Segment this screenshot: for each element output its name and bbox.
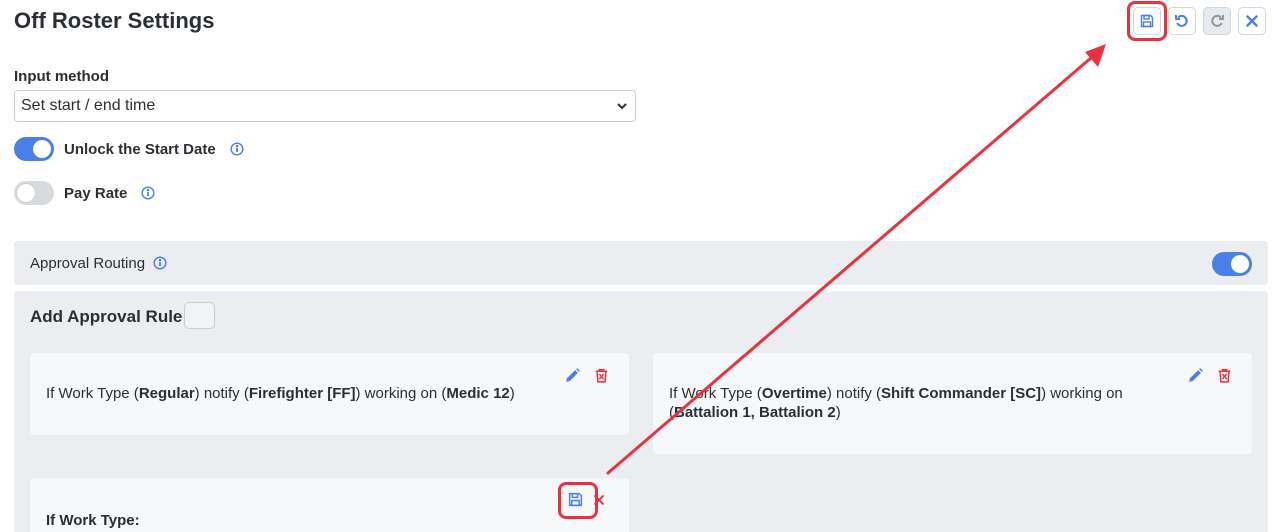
approval-rule-card: If Work Type (Overtime) notify (Shift Co… — [653, 353, 1252, 454]
redo-icon — [1211, 14, 1224, 27]
new-approval-rule-card: If Work Type: — [30, 478, 629, 532]
info-icon[interactable] — [230, 142, 244, 156]
unlock-start-date-label: Unlock the Start Date — [64, 140, 216, 158]
approval-routing-toggle[interactable] — [1212, 252, 1252, 276]
add-approval-rule-button[interactable] — [184, 302, 215, 329]
input-method-value: Set start / end time — [21, 97, 156, 114]
undo-button[interactable] — [1168, 7, 1196, 35]
approval-routing-label: Approval Routing — [30, 254, 146, 272]
close-icon[interactable] — [592, 493, 606, 507]
pay-rate-toggle[interactable] — [14, 181, 54, 205]
trash-icon[interactable] — [593, 367, 610, 384]
approval-rule-card: If Work Type (Regular) notify (Firefight… — [30, 353, 629, 435]
save-icon[interactable] — [567, 491, 584, 508]
edit-icon[interactable] — [564, 367, 581, 384]
rule-actions — [1187, 367, 1233, 384]
add-approval-rule-label: Add Approval Rule — [30, 307, 183, 326]
pay-rate-label: Pay Rate — [64, 184, 128, 202]
unlock-start-date-toggle[interactable] — [14, 137, 54, 161]
input-method-label: Input method — [14, 68, 109, 85]
undo-icon — [1175, 14, 1188, 27]
edit-icon[interactable] — [1187, 367, 1204, 384]
page-title: Off Roster Settings — [14, 8, 215, 33]
input-method-select[interactable]: Set start / end time — [14, 90, 636, 122]
save-button[interactable] — [1133, 7, 1161, 35]
new-rule-actions — [567, 491, 606, 508]
close-icon — [1246, 15, 1258, 27]
approval-routing-bar: Approval Routing — [14, 241, 1268, 285]
pay-rate-row: Pay Rate — [14, 181, 155, 205]
header-toolbar — [1127, 1, 1266, 41]
approval-rules-panel: Add Approval Rule If Work Type (Regular)… — [14, 291, 1268, 532]
close-button[interactable] — [1238, 7, 1266, 35]
info-icon[interactable] — [153, 256, 167, 270]
redo-button[interactable] — [1203, 7, 1231, 35]
save-icon — [1140, 14, 1154, 28]
rule-text: If Work Type (Overtime) notify (Shift Co… — [669, 385, 1123, 421]
new-rule-label: If Work Type: — [46, 512, 140, 529]
info-icon[interactable] — [141, 186, 155, 200]
trash-icon[interactable] — [1216, 367, 1233, 384]
rule-text: If Work Type (Regular) notify (Firefight… — [46, 385, 515, 402]
rule-actions — [564, 367, 610, 384]
chevron-down-icon — [617, 103, 627, 110]
unlock-start-date-row: Unlock the Start Date — [14, 137, 244, 161]
